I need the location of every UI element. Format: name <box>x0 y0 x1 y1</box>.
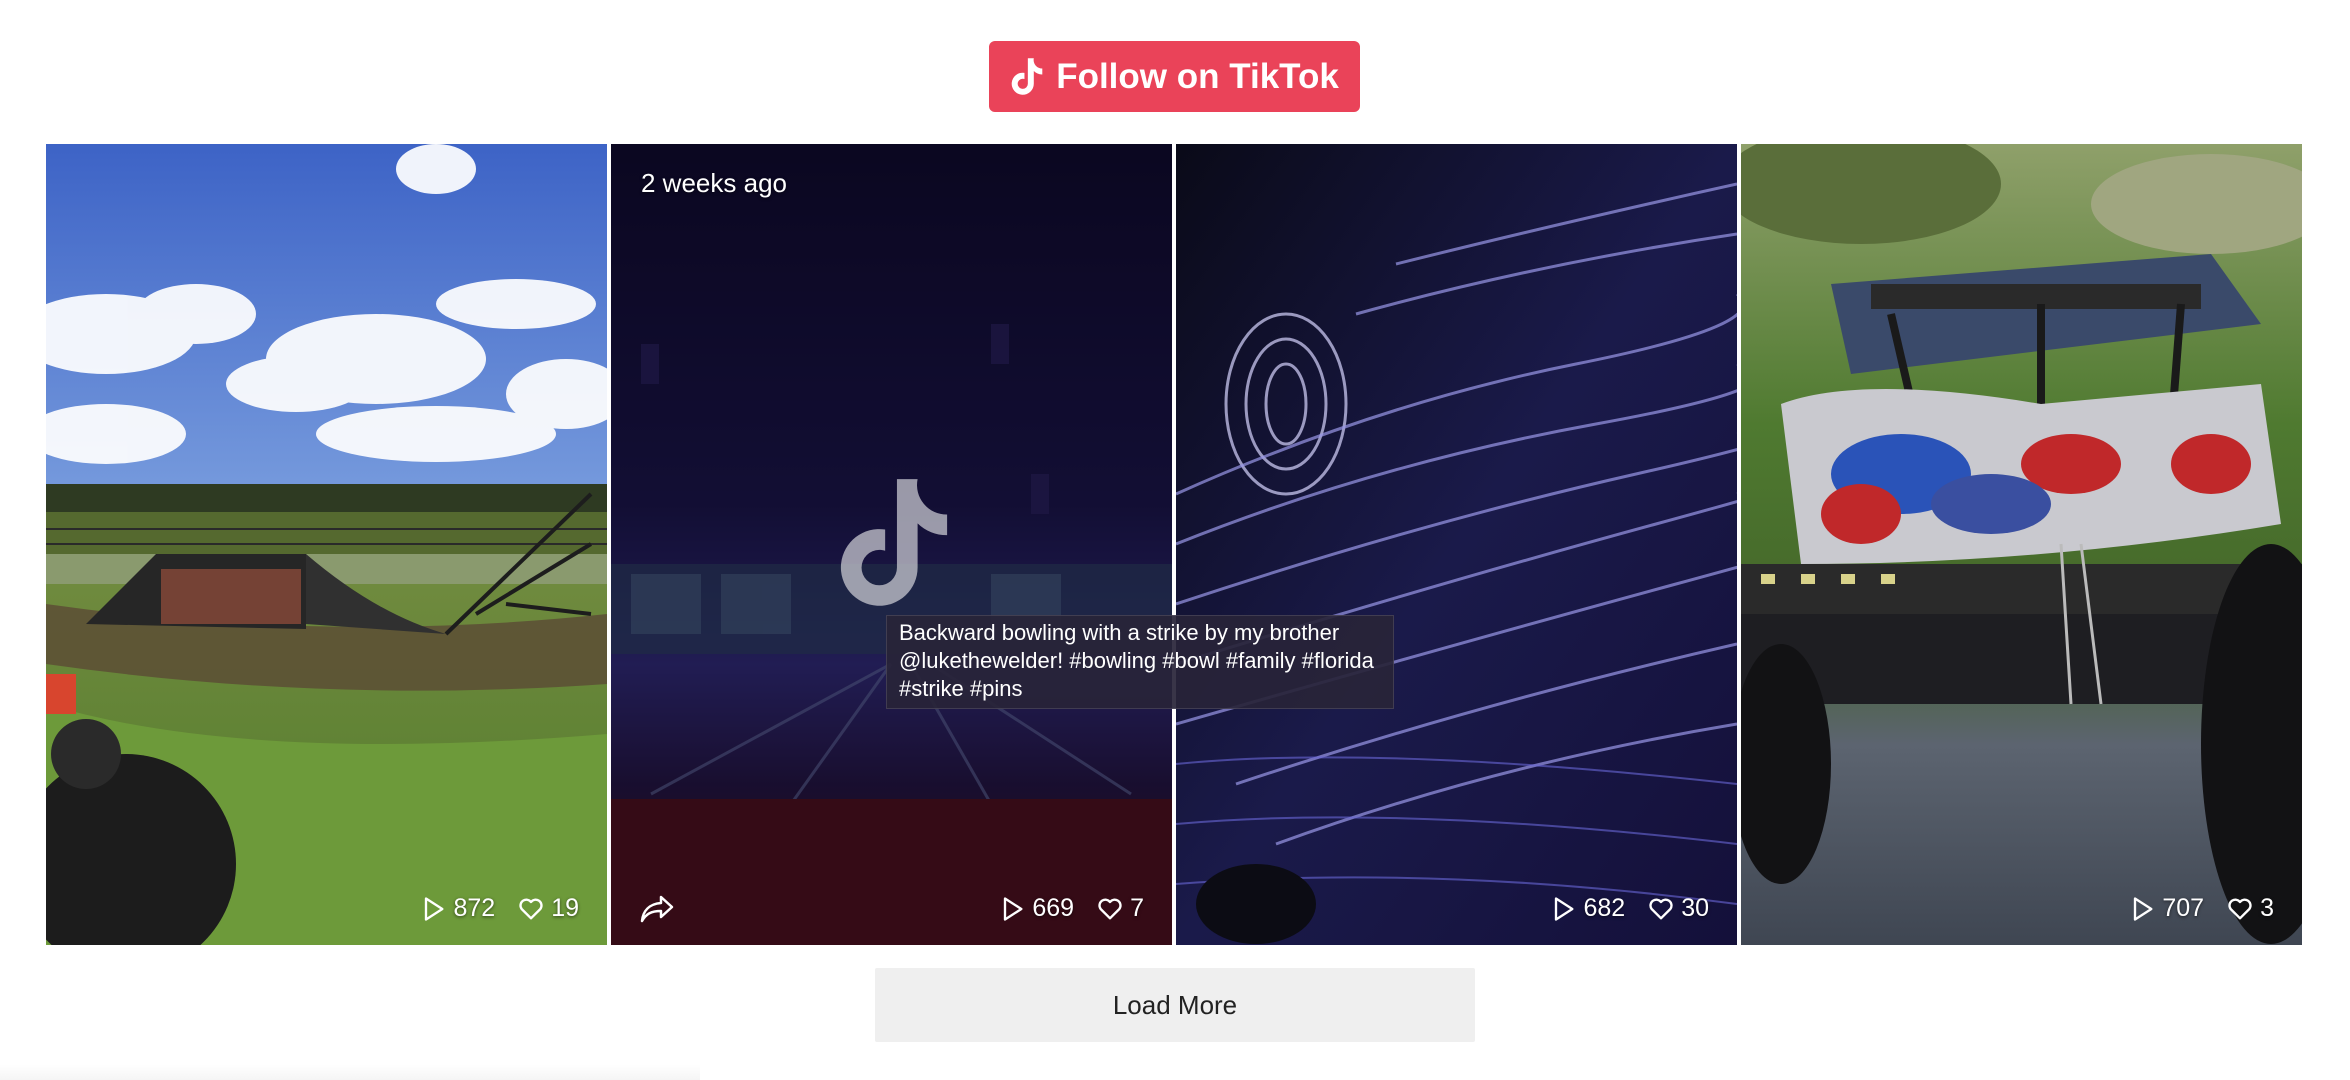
video-tile-1[interactable]: 872 19 <box>46 144 607 945</box>
tiktok-logo-icon <box>1010 57 1044 96</box>
play-count: 707 <box>2128 894 2204 923</box>
like-count: 30 <box>1647 894 1709 923</box>
like-count-value: 30 <box>1681 894 1709 922</box>
heart-icon <box>517 895 545 923</box>
video-thumbnail <box>1176 144 1737 945</box>
like-count: 7 <box>1096 894 1144 923</box>
like-count: 19 <box>517 894 579 923</box>
play-count-value: 669 <box>1032 894 1075 922</box>
play-count-value: 872 <box>453 894 496 922</box>
heart-icon <box>1647 895 1675 923</box>
video-tile-2[interactable]: 2 weeks ago 669 7 <box>611 144 1172 945</box>
load-more-button[interactable]: Load More <box>875 968 1475 1042</box>
post-date: 2 weeks ago <box>641 168 787 198</box>
like-count: 3 <box>2226 894 2274 923</box>
follow-on-tiktok-button[interactable]: Follow on TikTok <box>989 41 1360 112</box>
video-grid: 872 19 2 weeks ago 669 7 682 30 707 3 <box>46 144 2304 945</box>
play-count-value: 682 <box>1583 894 1626 922</box>
video-stats: 669 7 <box>998 894 1144 923</box>
play-count: 669 <box>998 894 1074 923</box>
video-thumbnail <box>1741 144 2302 945</box>
heart-icon <box>1096 895 1124 923</box>
play-icon <box>2128 895 2156 923</box>
share-icon[interactable] <box>639 893 675 925</box>
caption-tooltip: Backward bowling with a strike by my bro… <box>886 615 1394 709</box>
like-count-value: 19 <box>551 894 579 922</box>
play-icon <box>1549 895 1577 923</box>
follow-label: Follow on TikTok <box>1056 56 1339 96</box>
play-count: 872 <box>419 894 495 923</box>
bottom-shadow <box>0 1064 700 1080</box>
like-count-value: 3 <box>2260 894 2274 922</box>
play-count-value: 707 <box>2162 894 2205 922</box>
video-stats: 872 19 <box>419 894 579 923</box>
play-count: 682 <box>1549 894 1625 923</box>
like-count-value: 7 <box>1130 894 1144 922</box>
video-stats: 707 3 <box>2128 894 2274 923</box>
play-icon <box>998 895 1026 923</box>
video-tile-4[interactable]: 707 3 <box>1741 144 2302 945</box>
heart-icon <box>2226 895 2254 923</box>
video-thumbnail <box>46 144 607 945</box>
play-icon <box>419 895 447 923</box>
tiktok-logo-icon <box>840 479 948 606</box>
video-stats: 682 30 <box>1549 894 1709 923</box>
video-tile-3[interactable]: 682 30 <box>1176 144 1737 945</box>
